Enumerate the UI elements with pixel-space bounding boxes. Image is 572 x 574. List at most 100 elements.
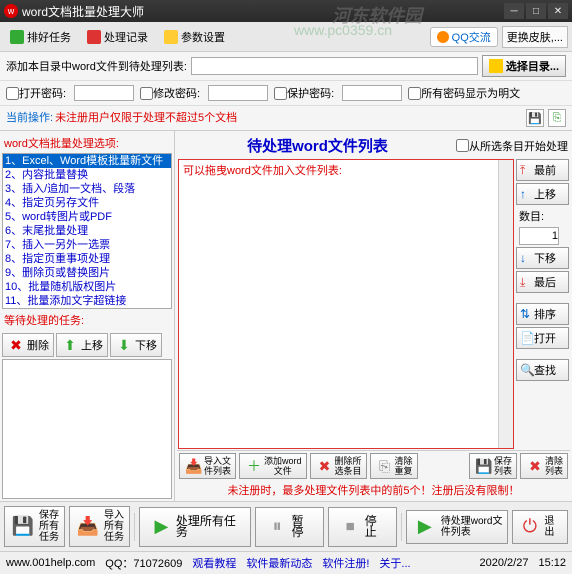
bottom-icon: ⤓ (520, 275, 532, 290)
open-pw-input[interactable] (74, 85, 134, 101)
skin-button[interactable]: 更换皮肤,... (502, 26, 568, 48)
news-link[interactable]: 软件最新动态 (246, 555, 312, 571)
start-from-selected-check[interactable]: 从所选条目开始处理 (456, 138, 568, 154)
folder-icon (489, 59, 503, 73)
list-item[interactable]: 5、word转图片或PDF (3, 210, 171, 224)
scrollbar[interactable] (498, 160, 513, 448)
pause-icon: ⏸ (266, 514, 289, 540)
save-icon: 💾 (474, 456, 494, 476)
import-list-button[interactable]: 📥导入文 件列表 (179, 453, 236, 479)
moveup-task-button[interactable]: ⬆上移 (56, 333, 108, 357)
delete-task-button[interactable]: ✖删除 (2, 333, 54, 357)
clear-dup-button[interactable]: ⎘清除 重复 (370, 453, 418, 479)
record-icon (87, 30, 101, 44)
file-list[interactable]: 可以拖曳word文件加入文件列表: (178, 159, 514, 449)
list-item[interactable]: 6、末尾批量处理 (3, 224, 171, 238)
pause-button[interactable]: ⏸暂停 (255, 507, 324, 547)
window-title: word文档批量处理大师 (22, 3, 502, 20)
sort-button[interactable]: ⇅排序 (516, 303, 569, 325)
records-button[interactable]: 处理记录 (81, 27, 154, 47)
list-item[interactable]: 4、指定页另存文件 (3, 196, 171, 210)
options-title: word文档批量处理选项: (2, 133, 172, 153)
tasks-button[interactable]: 排好任务 (4, 27, 77, 47)
directory-input[interactable] (191, 57, 478, 75)
minimize-button[interactable]: ─ (504, 3, 524, 19)
open-button[interactable]: 📄打开 (516, 327, 569, 349)
footer-qq: QQ：71072609 (105, 555, 182, 571)
down-icon: ↓ (520, 251, 532, 265)
export-icon-button[interactable]: ⎘ (548, 109, 566, 127)
showplain-check[interactable]: 所有密码显示为明文 (408, 85, 520, 101)
search-icon: 🔍 (520, 363, 532, 377)
clear-list-button[interactable]: ✖清除 列表 (520, 453, 568, 479)
tutorial-link[interactable]: 观看教程 (192, 555, 236, 571)
list-item[interactable]: 8、指定页重事项处理 (3, 252, 171, 266)
open-pw-check[interactable]: 打开密码: (6, 85, 66, 101)
stop-button[interactable]: ⏹停止 (328, 507, 397, 547)
add-icon: ＋ (244, 456, 264, 476)
clear-icon: ✖ (525, 456, 545, 476)
filelist-title: 待处理word文件列表 (179, 135, 456, 156)
options-list[interactable]: 1、Excel、Word模板批量新文件 2、内容批量替换 3、插入/追加一文档、… (2, 153, 172, 309)
remove-selected-button[interactable]: ✖删除所 选条目 (310, 453, 367, 479)
save-all-tasks-button[interactable]: 💾保存 所有 任务 (4, 506, 65, 547)
list-item[interactable]: 9、删除页或替换图片 (3, 266, 171, 280)
count-input[interactable] (519, 227, 559, 245)
sort-icon: ⇅ (520, 307, 532, 321)
app-icon: w (4, 4, 18, 18)
up-icon: ⬆ (61, 336, 79, 354)
modify-pw-input[interactable] (208, 85, 268, 101)
separator (401, 513, 402, 541)
list-item[interactable]: 2、内容批量替换 (3, 168, 171, 182)
status-label: 当前操作: (6, 109, 53, 127)
disk-icon: 💾 (10, 514, 36, 540)
list-icon: ▶ (412, 514, 438, 540)
exit-button[interactable]: ⏻退出 (512, 510, 568, 544)
search-button[interactable]: 🔍查找 (516, 359, 569, 381)
protect-pw-check[interactable]: 保护密码: (274, 85, 334, 101)
remove-icon: ✖ (315, 456, 335, 476)
import-all-tasks-button[interactable]: 📥导入 所有 任务 (69, 506, 130, 547)
protect-pw-input[interactable] (342, 85, 402, 101)
footer-time: 15:12 (538, 557, 566, 569)
modify-pw-check[interactable]: 修改密码: (140, 85, 200, 101)
move-down-button[interactable]: ↓下移 (516, 247, 569, 269)
status-value: 未注册用户仅限于处理不超过5个文档 (55, 109, 237, 127)
add-dir-label: 添加本目录中word文件到待处理列表: (6, 58, 187, 74)
footer-date: 2020/2/27 (480, 557, 529, 569)
top-icon: ⤒ (520, 163, 532, 178)
up-icon: ↑ (520, 187, 532, 201)
list-item[interactable]: 10、批量随机版权图片 (3, 280, 171, 294)
save-list-button[interactable]: 💾保存 列表 (469, 453, 517, 479)
list-item[interactable]: 3、插入/追加一文档、段落 (3, 182, 171, 196)
process-all-button[interactable]: ▶处理所有任务 (139, 507, 251, 547)
settings-button[interactable]: 参数设置 (158, 27, 231, 47)
close-button[interactable]: ✕ (548, 3, 568, 19)
register-link[interactable]: 软件注册! (322, 555, 369, 571)
exit-icon: ⏻ (518, 514, 541, 540)
qq-button[interactable]: QQ交流 (430, 27, 498, 47)
pending-files-button[interactable]: ▶待处理word文 件列表 (406, 510, 509, 544)
open-icon: 📄 (520, 331, 532, 345)
maximize-button[interactable]: □ (526, 3, 546, 19)
add-word-button[interactable]: ＋添加word 文件 (239, 453, 307, 479)
delete-icon: ✖ (7, 336, 25, 354)
move-bottom-button[interactable]: ⤓最后 (516, 271, 569, 293)
import-icon: 📥 (75, 514, 101, 540)
list-item[interactable]: 11、批量添加文字超链接 (3, 294, 171, 308)
save-icon-button[interactable]: 💾 (526, 109, 544, 127)
down-icon: ⬇ (115, 336, 133, 354)
task-icon (10, 30, 24, 44)
about-link[interactable]: 关于... (379, 555, 410, 571)
select-dir-button[interactable]: 选择目录... (482, 55, 566, 77)
list-item[interactable]: 1、Excel、Word模板批量新文件 (3, 154, 171, 168)
settings-icon (164, 30, 178, 44)
list-item[interactable]: 7、插入一另外一选票 (3, 238, 171, 252)
movedown-task-button[interactable]: ⬇下移 (110, 333, 162, 357)
separator (134, 513, 135, 541)
pending-tasks-area[interactable] (2, 359, 172, 499)
register-warning: 未注册时，最多处理文件列表中的前5个！注册后没有限制！ (177, 481, 570, 499)
move-top-button[interactable]: ⤒最前 (516, 159, 569, 181)
move-up-button[interactable]: ↑上移 (516, 183, 569, 205)
pending-label: 等待处理的任务: (2, 309, 172, 331)
